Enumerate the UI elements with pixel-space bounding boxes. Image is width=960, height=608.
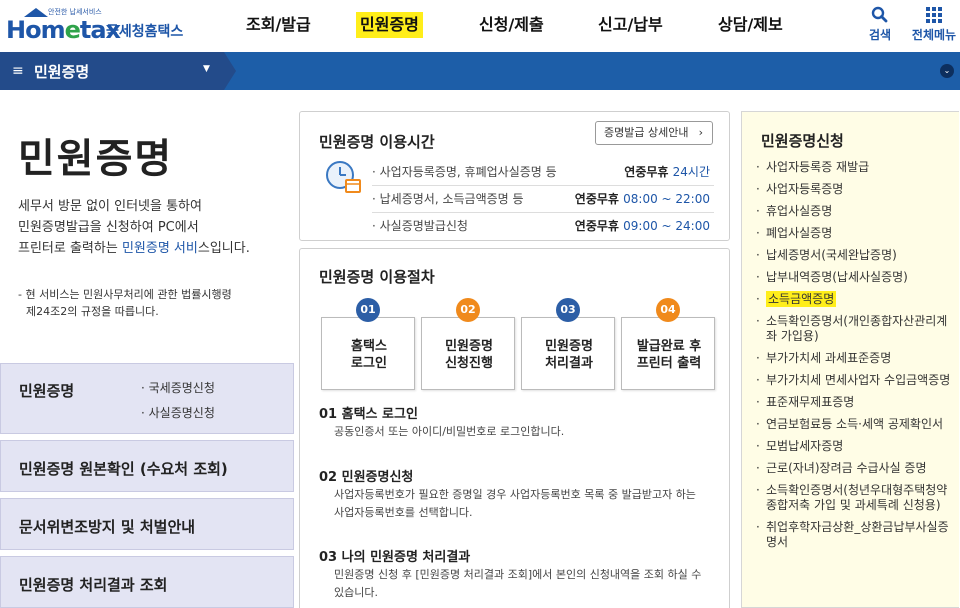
logo-subtitle: 국세청홈택스	[106, 24, 184, 40]
search-icon	[871, 6, 888, 23]
usage-time-row: · 사업자등록증명, 휴폐업사실증명 등 연중무휴 24시간	[372, 159, 714, 186]
step-card: 민원증명 처리결과	[521, 317, 615, 390]
grid-icon	[926, 7, 942, 23]
fact-certificate-link[interactable]: · 사실증명신청	[141, 404, 215, 421]
search-button[interactable]: 검색	[858, 6, 902, 43]
chevron-down-icon[interactable]: ⌄	[940, 64, 954, 78]
list-item[interactable]: · 근로(자녀)장려금 수급사실 증명	[756, 461, 952, 476]
clock-calendar-icon	[326, 161, 361, 193]
breadcrumb-arrow	[224, 52, 236, 90]
national-tax-certificate-link[interactable]: · 국세증명신청	[141, 379, 215, 396]
usage-time-row: · 납세증명서, 소득금액증명 등 연중무휴 08:00 ~ 22:00	[372, 186, 714, 213]
certificate-list: · 사업자등록증 재발급 · 사업자등록증명 · 휴업사실증명 · 폐업사실증명 · 납세…	[756, 160, 952, 557]
step-card: 홈택스 로그인	[321, 317, 415, 390]
list-item-income-certificate[interactable]: · 소득금액증명	[756, 291, 952, 307]
list-item[interactable]: · 부가가치세 면세사업자 수입금액증명	[756, 373, 952, 388]
list-item[interactable]: · 소득확인증명서(개인종합자산관리계좌 가입용)	[756, 314, 952, 344]
result-lookup-box[interactable]: 민원증명 처리결과 조회	[0, 556, 294, 608]
sub-menu-bar: ≡ 민원증명 ▼ ⌄	[0, 52, 960, 90]
chevron-right-icon: ›	[698, 126, 703, 139]
nav-report-payment[interactable]: 신고/납부	[594, 12, 667, 38]
nav-civil-certificate[interactable]: 민원증명	[356, 12, 423, 38]
legal-notice: - 현 서비스는 민원사무처리에 관한 법률시행령 제24조2의 규정을 따릅니…	[18, 288, 232, 318]
civil-service-link[interactable]: 민원증명 서비	[122, 241, 198, 256]
list-item[interactable]: · 납세증명서(국세완납증명)	[756, 248, 952, 263]
hamburger-icon: ≡	[12, 63, 24, 79]
nav-consult[interactable]: 상담/제보	[714, 12, 787, 38]
procedure-step-heading: 01 홈택스 로그인	[319, 407, 418, 422]
civil-certificate-box: 민원증명 · 국세증명신청 · 사실증명신청	[0, 363, 294, 434]
caret-down-icon: ▼	[203, 64, 210, 74]
procedure-step-description: 사업자등록번호가 필요한 증명일 경우 사업자등록번호 목록 중 발급받고자 하…	[334, 488, 696, 519]
detail-guide-button[interactable]: 증명발급 상세안내 ›	[595, 121, 713, 145]
list-item[interactable]: · 소득확인증명서(청년우대형주택청약종합저축 가입 및 과세특례 신청용)	[756, 483, 952, 513]
sub-menu-title: 민원증명	[34, 63, 90, 81]
list-item[interactable]: · 사업자등록증 재발급	[756, 160, 952, 175]
nav-lookup[interactable]: 조회/발급	[242, 12, 315, 38]
certificate-apply-panel: 민원증명신청 · 사업자등록증 재발급 · 사업자등록증명 · 휴업사실증명 · 폐업사…	[741, 111, 959, 608]
certificate-apply-title: 민원증명신청	[761, 132, 844, 150]
step-number-badge: 04	[656, 298, 680, 322]
list-item[interactable]: · 휴업사실증명	[756, 204, 952, 219]
intro-text: 세무서 방문 없이 인터넷을 통하여 민원증명발급을 신청하여 PC에서 프린터…	[18, 199, 250, 256]
civil-certificate-box-title[interactable]: 민원증명	[19, 380, 74, 401]
result-lookup-title: 민원증명 처리결과 조회	[19, 576, 168, 594]
step-card: 민원증명 신청진행	[421, 317, 515, 390]
list-item[interactable]: · 취업후학자금상환_상환금납부사실증명서	[756, 520, 952, 550]
logo-wordmark: Hometax	[6, 16, 121, 44]
procedure-title: 민원증명 이용절차	[319, 268, 435, 286]
list-item[interactable]: · 부가가치세 과세표준증명	[756, 351, 952, 366]
list-item[interactable]: · 연금보험료등 소득·세액 공제확인서	[756, 417, 952, 432]
original-check-box[interactable]: 민원증명 원본확인 (수요처 조회)	[0, 440, 294, 492]
top-header: 안전한 납세서비스 Hometax 국세청홈택스 조회/발급 민원증명 신청/제…	[0, 0, 960, 52]
sub-menu-dropdown[interactable]: ≡ 민원증명 ▼	[0, 52, 224, 90]
procedure-step-description: 공동인증서 또는 아이디/비밀번호로 로그인합니다.	[334, 425, 565, 438]
forgery-prevention-box[interactable]: 문서위변조방지 및 처벌안내	[0, 498, 294, 550]
page-title: 민원증명	[18, 136, 174, 182]
list-item[interactable]: · 폐업사실증명	[756, 226, 952, 241]
list-item[interactable]: · 표준재무제표증명	[756, 395, 952, 410]
procedure-card: 민원증명 이용절차 홈택스 로그인 01 민원증명 신청진행 02 민원증명 처리결과…	[299, 248, 730, 608]
step-card: 발급완료 후 프린터 출력	[621, 317, 715, 390]
procedure-step-heading: 02 민원증명신청	[319, 470, 414, 485]
usage-time-title: 민원증명 이용시간	[319, 133, 435, 151]
step-number-badge: 01	[356, 298, 380, 322]
list-item[interactable]: · 사업자등록증명	[756, 182, 952, 197]
original-check-title: 민원증명 원본확인 (수요처 조회)	[19, 460, 228, 478]
forgery-prevention-title: 문서위변조방지 및 처벌안내	[19, 518, 196, 536]
usage-time-row: · 사실증명발급신청 연중무휴 09:00 ~ 24:00	[372, 219, 710, 233]
procedure-step-heading: 03 나의 민원증명 처리결과	[319, 550, 471, 565]
list-item[interactable]: · 모범납세자증명	[756, 439, 952, 454]
list-item[interactable]: · 납부내역증명(납세사실증명)	[756, 270, 952, 285]
all-menu-button[interactable]: 전체메뉴	[906, 6, 960, 43]
step-number-badge: 03	[556, 298, 580, 322]
all-menu-label: 전체메뉴	[911, 28, 957, 42]
step-number-badge: 02	[456, 298, 480, 322]
usage-time-card: 민원증명 이용시간 증명발급 상세안내 › · 사업자등록증명, 휴폐업사실증명…	[299, 111, 730, 241]
procedure-step-description: 민원증명 신청 후 [민원증명 처리결과 조회]에서 본인의 신청내역을 조회 …	[334, 568, 702, 599]
nav-application[interactable]: 신청/제출	[475, 12, 548, 38]
search-label: 검색	[868, 28, 892, 42]
